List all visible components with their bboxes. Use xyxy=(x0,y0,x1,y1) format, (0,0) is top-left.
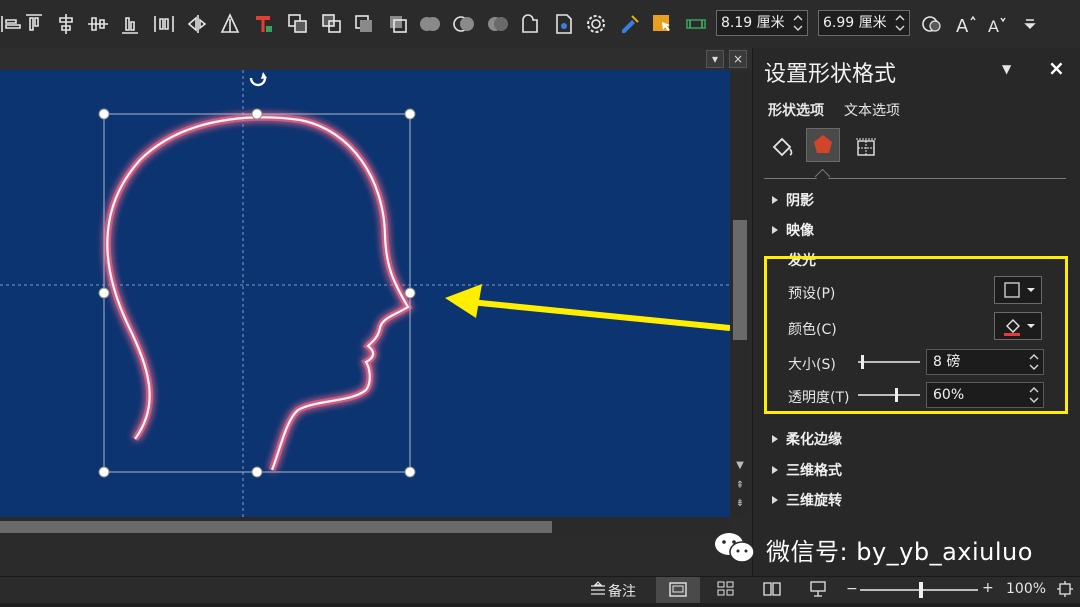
glow-size-slider-thumb[interactable] xyxy=(861,355,865,369)
fit-to-window-icon[interactable] xyxy=(1056,580,1074,598)
zoom-out-icon[interactable]: − xyxy=(846,581,858,597)
section-reflection[interactable]: 映像 xyxy=(772,220,814,240)
align-center-icon[interactable] xyxy=(54,12,78,36)
editor-top-bar xyxy=(0,48,752,70)
width-spinner-icon[interactable] xyxy=(793,13,803,33)
shape-width-input[interactable]: 8.19 厘米 xyxy=(716,10,808,36)
format-painter-icon[interactable] xyxy=(618,12,642,36)
section-shadow[interactable]: 阴影 xyxy=(772,190,814,210)
text-shape-icon[interactable] xyxy=(252,12,276,36)
pane-options-icon[interactable]: ▼ xyxy=(1002,62,1011,76)
effects-tab-icon[interactable] xyxy=(806,128,840,162)
zoom-slider-thumb[interactable] xyxy=(919,582,923,598)
vertical-scroll-thumb[interactable] xyxy=(733,220,747,340)
bring-forward-icon[interactable] xyxy=(286,12,310,36)
glow-transparency-slider-track[interactable] xyxy=(858,394,920,396)
section-3d-format[interactable]: 三维格式 xyxy=(772,460,842,480)
merge-fragment-icon[interactable] xyxy=(486,12,510,36)
transparency-spinner-icon[interactable] xyxy=(1029,385,1039,405)
tab-text-options[interactable]: 文本选项 xyxy=(844,100,900,120)
pane-divider xyxy=(764,178,1066,179)
pane-dropdown-icon[interactable]: ▾ xyxy=(706,50,724,68)
font-decrease-icon[interactable]: A xyxy=(986,12,1010,36)
send-backward-icon[interactable] xyxy=(320,12,344,36)
slideshow-icon[interactable] xyxy=(808,580,828,598)
align-middle-icon[interactable] xyxy=(86,12,110,36)
svg-text:A: A xyxy=(956,16,969,36)
section-3d-rotation-label: 三维旋转 xyxy=(786,493,842,509)
merge-union-icon[interactable] xyxy=(418,12,442,36)
glow-transparency-value: 60% xyxy=(933,387,965,403)
tab-shape-options[interactable]: 形状选项 xyxy=(768,100,824,120)
align-left-icon[interactable] xyxy=(0,12,24,36)
pane-close-icon[interactable]: × xyxy=(729,50,747,68)
fill-line-icon[interactable] xyxy=(768,133,796,161)
merge-combine-icon[interactable] xyxy=(452,12,476,36)
horizontal-scroll-thumb[interactable] xyxy=(0,521,552,533)
scroll-down-icon[interactable]: ▼ xyxy=(733,460,747,472)
height-spinner-icon[interactable] xyxy=(895,13,905,33)
bring-to-front-icon[interactable] xyxy=(352,12,376,36)
size-properties-icon[interactable] xyxy=(852,133,880,161)
expand-arrow-icon xyxy=(772,466,778,474)
section-reflection-label: 映像 xyxy=(786,223,814,239)
size-spinner-icon[interactable] xyxy=(1029,352,1039,372)
toolbar-more-icon[interactable] xyxy=(1018,12,1042,36)
pane-close-icon[interactable]: × xyxy=(1048,56,1065,80)
size-lock-icon[interactable] xyxy=(684,12,708,36)
next-slide-icon[interactable]: ⇟ xyxy=(733,498,747,510)
head-silhouette-shape[interactable] xyxy=(0,70,730,517)
glow-color-dropdown[interactable] xyxy=(994,312,1042,340)
glow-preset-dropdown[interactable] xyxy=(994,276,1042,304)
shape-height-input[interactable]: 6.99 厘米 xyxy=(818,10,910,36)
expand-arrow-icon xyxy=(772,196,778,204)
zoom-percentage[interactable]: 100% xyxy=(1006,581,1046,597)
distribute-horizontal-icon[interactable] xyxy=(152,12,176,36)
previous-slide-icon[interactable]: ⇞ xyxy=(733,480,747,492)
pane-title: 设置形状格式 xyxy=(764,62,897,87)
expand-arrow-icon xyxy=(772,435,778,443)
edit-points-icon[interactable] xyxy=(552,12,576,36)
flip-horizontal-icon[interactable] xyxy=(186,12,210,36)
glow-preset-label: 预设(P) xyxy=(788,286,836,302)
glow-transparency-slider-thumb[interactable] xyxy=(895,388,899,402)
align-bottom-icon[interactable] xyxy=(118,12,142,36)
expand-arrow-icon xyxy=(772,226,778,234)
expand-arrow-icon xyxy=(772,496,778,504)
settings-gear-icon[interactable] xyxy=(584,12,608,36)
normal-view-icon xyxy=(669,582,687,597)
slide-sorter-icon[interactable] xyxy=(716,580,736,598)
watermark-text: 微信号: by_yb_axiuluo xyxy=(766,538,1033,566)
wechat-logo-icon xyxy=(712,530,758,566)
shape-outline-icon[interactable] xyxy=(920,12,944,36)
glow-size-slider-track[interactable] xyxy=(858,361,920,363)
flip-vertical-icon[interactable] xyxy=(218,12,242,36)
slide-canvas[interactable] xyxy=(0,70,730,517)
section-soft-edges[interactable]: 柔化边缘 xyxy=(772,429,842,449)
notes-icon[interactable] xyxy=(588,581,608,597)
glow-transparency-label: 透明度(T) xyxy=(788,390,850,406)
shape-height-value: 6.99 厘米 xyxy=(823,15,887,31)
glow-transparency-input[interactable]: 60% xyxy=(926,382,1044,408)
svg-text:A: A xyxy=(988,17,999,36)
glow-size-label: 大小(S) xyxy=(788,357,836,373)
edit-shape-icon[interactable] xyxy=(518,12,542,36)
normal-view-button[interactable] xyxy=(656,577,700,603)
font-increase-icon[interactable]: A xyxy=(954,12,978,36)
paint-bucket-icon xyxy=(1004,319,1035,336)
section-3d-rotation[interactable]: 三维旋转 xyxy=(772,490,842,510)
shape-width-value: 8.19 厘米 xyxy=(721,15,785,31)
send-to-back-icon[interactable] xyxy=(386,12,410,36)
section-shadow-label: 阴影 xyxy=(786,193,814,209)
notes-button[interactable]: 备注 xyxy=(608,581,636,601)
select-pane-icon[interactable] xyxy=(650,12,674,36)
align-top-icon[interactable] xyxy=(22,12,46,36)
section-3d-format-label: 三维格式 xyxy=(786,463,842,479)
section-soft-edges-label: 柔化边缘 xyxy=(786,432,842,448)
glow-size-value: 8 磅 xyxy=(933,354,961,370)
glow-size-input[interactable]: 8 磅 xyxy=(926,349,1044,375)
zoom-in-icon[interactable]: + xyxy=(982,580,994,596)
glow-color-label: 颜色(C) xyxy=(788,322,837,338)
reading-view-icon[interactable] xyxy=(762,580,782,598)
